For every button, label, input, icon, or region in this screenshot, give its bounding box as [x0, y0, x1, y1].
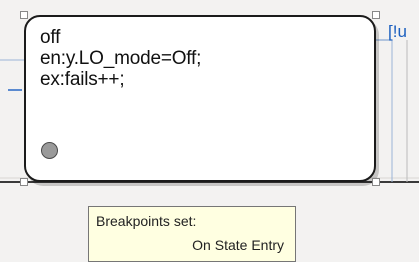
resize-handle-bottom-left[interactable] [20, 178, 28, 186]
resize-handle-top-left[interactable] [20, 11, 28, 19]
state-text: off en:y.LO_mode=Off; ex:fails++; [40, 27, 201, 90]
state-entry-action: en:y.LO_mode=Off; [40, 48, 202, 69]
tooltip-title: Breakpoints set: [96, 213, 197, 229]
chart-canvas[interactable]: off en:y.LO_mode=Off; ex:fails++; [!u Br… [0, 0, 419, 262]
state-block-off[interactable]: off en:y.LO_mode=Off; ex:fails++; [24, 15, 376, 182]
resize-handle-top-right[interactable] [372, 11, 380, 19]
transition-label[interactable]: [!u [388, 22, 407, 42]
resize-handle-bottom-right[interactable] [372, 178, 380, 186]
tooltip-value: On State Entry [192, 237, 284, 253]
breakpoint-dot-icon[interactable] [41, 142, 58, 159]
breakpoint-tooltip: Breakpoints set: On State Entry [88, 206, 296, 262]
state-exit-action: ex:fails++; [40, 69, 125, 90]
state-name: off [40, 27, 61, 48]
